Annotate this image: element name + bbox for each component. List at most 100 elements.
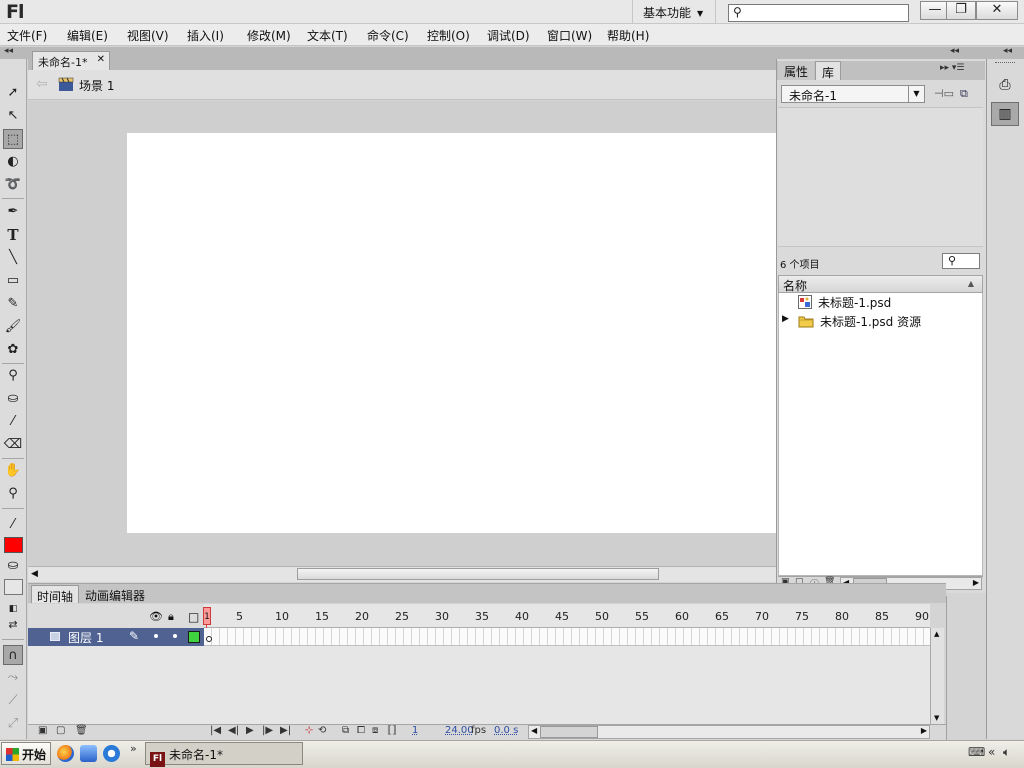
- quicklaunch-ie-icon[interactable]: [80, 745, 97, 762]
- selection-tool-icon[interactable]: ➚: [3, 83, 23, 103]
- list-item[interactable]: ▶ 未标题-1.psd 资源: [779, 312, 982, 330]
- quicklaunch-media-icon[interactable]: [57, 745, 74, 762]
- menu-file[interactable]: 文件(F): [7, 27, 47, 44]
- menu-modify[interactable]: 修改(M): [247, 27, 291, 44]
- scroll-left-icon[interactable]: ◀: [531, 726, 537, 735]
- delete-layer-icon[interactable]: 🗑︎: [75, 725, 88, 736]
- keyframe-icon[interactable]: [206, 636, 212, 642]
- back-arrow-icon[interactable]: ⇦: [36, 76, 48, 92]
- properties-panel-icon[interactable]: ⎙: [991, 74, 1019, 98]
- edit-multiple-frames-icon[interactable]: ⧈: [372, 725, 378, 736]
- text-tool-icon[interactable]: T: [3, 225, 23, 245]
- scroll-down-icon[interactable]: ▼: [934, 714, 939, 722]
- list-item[interactable]: 未标题-1.psd: [779, 293, 982, 311]
- close-tab-icon[interactable]: ✕: [97, 54, 105, 65]
- tray-expand-icon[interactable]: «: [988, 745, 995, 759]
- play-icon[interactable]: ▶: [246, 725, 254, 736]
- frame-row[interactable]: [204, 628, 930, 646]
- bone-tool-icon[interactable]: ⚲: [3, 366, 23, 386]
- eye-icon[interactable]: 👁︎: [149, 610, 163, 623]
- onion-skin-icon[interactable]: ⧉: [342, 725, 349, 736]
- stage-canvas[interactable]: [127, 133, 776, 533]
- fill-color-swatch[interactable]: [4, 537, 23, 553]
- menu-window[interactable]: 窗口(W): [547, 27, 592, 44]
- layer-outline-color[interactable]: [188, 631, 200, 643]
- swap-colors-icon[interactable]: ⇄: [3, 615, 23, 635]
- menu-control[interactable]: 控制(O): [427, 27, 470, 44]
- frame-rate[interactable]: 24.00: [445, 725, 474, 736]
- tab-timeline[interactable]: 时间轴: [31, 585, 80, 604]
- volume-icon[interactable]: 🔈︎: [1003, 745, 1010, 760]
- snap-to-objects-icon[interactable]: ∩: [3, 645, 23, 665]
- subselection-tool-icon[interactable]: ↖: [3, 106, 23, 126]
- help-search-input[interactable]: ⚲: [728, 4, 909, 22]
- 3d-rotation-tool-icon[interactable]: ◐: [3, 152, 23, 172]
- rectangle-tool-icon[interactable]: ▭: [3, 271, 23, 291]
- onion-outline-icon[interactable]: ⧠: [357, 725, 365, 736]
- menu-insert[interactable]: 插入(I): [187, 27, 224, 44]
- collapse-right-icon[interactable]: ◂◂: [950, 46, 959, 56]
- zoom-tool-icon[interactable]: ⚲: [3, 484, 23, 504]
- brush-tool-icon[interactable]: 🖌︎: [3, 317, 23, 337]
- pin-library-icon[interactable]: ⊣▭: [934, 87, 954, 100]
- scroll-right-icon[interactable]: ▶: [973, 578, 979, 587]
- scene-label[interactable]: 场景 1: [79, 77, 114, 94]
- free-transform-tool-icon[interactable]: ⬚: [3, 129, 23, 149]
- timeline-scroll-thumb[interactable]: [540, 726, 598, 738]
- menu-edit[interactable]: 编辑(E): [67, 27, 108, 44]
- library-document-select[interactable]: 未命名-1 ▼: [781, 85, 925, 103]
- new-folder-icon[interactable]: ▢: [56, 725, 65, 736]
- no-color-swatch[interactable]: [4, 579, 23, 595]
- elapsed-time[interactable]: 0.0 s: [494, 725, 518, 736]
- onion-markers-icon[interactable]: ⟦⟧: [387, 725, 397, 736]
- tab-motion-editor[interactable]: 动画编辑器: [80, 585, 150, 603]
- close-button[interactable]: ✕: [976, 1, 1018, 20]
- first-frame-icon[interactable]: |◀: [210, 725, 221, 736]
- taskbar-item-flash[interactable]: Fl 未命名-1*: [145, 742, 303, 767]
- scroll-left-icon[interactable]: ◀: [31, 569, 38, 579]
- quicklaunch-more-icon[interactable]: »: [130, 742, 137, 755]
- next-frame-icon[interactable]: |▶: [262, 725, 273, 736]
- document-tab[interactable]: 未命名-1* ✕: [32, 51, 110, 70]
- stroke-color-icon[interactable]: ⁄: [3, 515, 23, 535]
- new-library-panel-icon[interactable]: ⧉: [960, 87, 968, 101]
- lock-dot-icon[interactable]: [173, 634, 177, 638]
- fill-bucket-icon[interactable]: ⛀: [3, 556, 23, 576]
- eraser-tool-icon[interactable]: ⌫: [3, 435, 23, 455]
- playhead[interactable]: 1: [203, 607, 211, 625]
- library-panel-icon[interactable]: ▥: [991, 102, 1019, 126]
- collapse-strip-icon[interactable]: ◂◂: [1003, 46, 1012, 56]
- quicklaunch-app-icon[interactable]: [103, 745, 120, 762]
- workspace-switcher[interactable]: 基本功能 ▼: [632, 0, 716, 24]
- line-tool-icon[interactable]: ╲: [3, 248, 23, 268]
- visibility-dot-icon[interactable]: [154, 634, 158, 638]
- paint-bucket-tool-icon[interactable]: ⛀: [3, 389, 23, 409]
- keyboard-icon[interactable]: ⌨: [968, 745, 985, 759]
- menu-commands[interactable]: 命令(C): [367, 27, 409, 44]
- panel-menu-icon[interactable]: ▸▸ ▾☰: [940, 63, 964, 73]
- tab-library[interactable]: 库: [815, 61, 842, 80]
- lasso-tool-icon[interactable]: ➰: [3, 175, 23, 195]
- new-layer-icon[interactable]: ▣: [38, 725, 47, 736]
- layer-name[interactable]: 图层 1: [68, 629, 103, 646]
- strip-grip[interactable]: [995, 62, 1015, 65]
- hand-tool-icon[interactable]: ✋: [3, 461, 23, 481]
- pen-tool-icon[interactable]: ✒: [3, 202, 23, 222]
- deco-tool-icon[interactable]: ✿: [3, 340, 23, 360]
- restore-button[interactable]: ❐: [946, 1, 976, 20]
- lock-icon[interactable]: 🔒︎: [168, 610, 174, 624]
- menu-text[interactable]: 文本(T): [307, 27, 348, 44]
- current-frame[interactable]: 1: [412, 725, 418, 736]
- scroll-up-icon[interactable]: ▲: [934, 630, 939, 638]
- tab-properties[interactable]: 属性: [778, 61, 815, 80]
- last-frame-icon[interactable]: ▶|: [280, 725, 291, 736]
- pencil-tool-icon[interactable]: ✎: [3, 294, 23, 314]
- library-column-name[interactable]: 名称 ▲: [778, 275, 983, 293]
- collapse-left-icon[interactable]: ◂◂: [4, 46, 13, 56]
- menu-view[interactable]: 视图(V): [127, 27, 169, 44]
- menu-debug[interactable]: 调试(D): [487, 27, 530, 44]
- eyedropper-tool-icon[interactable]: ⁄: [3, 412, 23, 432]
- scroll-right-icon[interactable]: ▶: [921, 726, 927, 735]
- loop-icon[interactable]: ⟲: [318, 725, 326, 736]
- library-search-input[interactable]: ⚲: [942, 253, 980, 269]
